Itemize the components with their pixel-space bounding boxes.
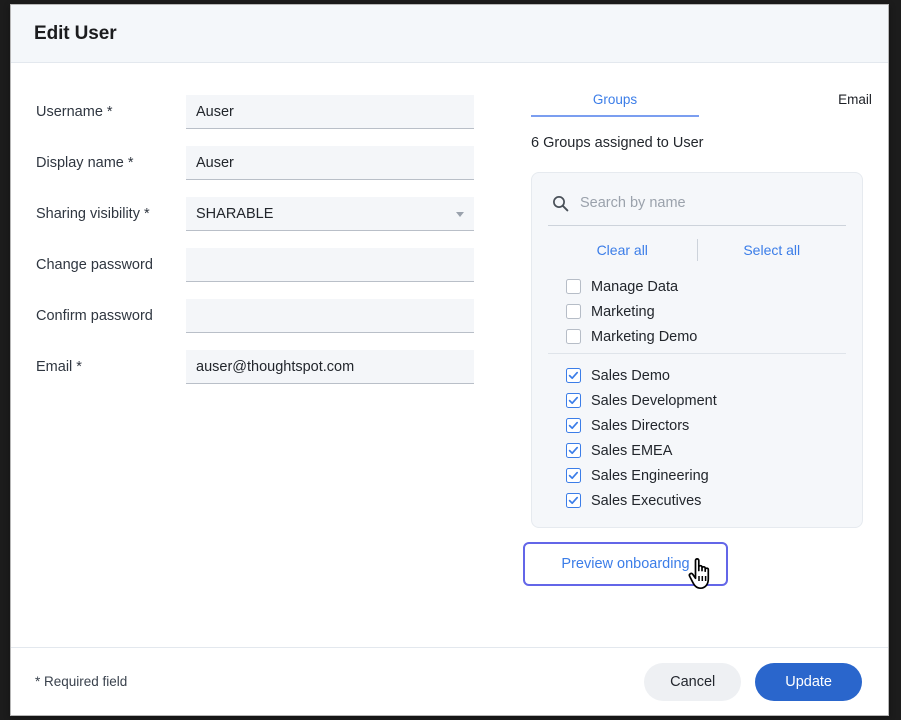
group-label: Sales EMEA	[591, 443, 672, 459]
preview-onboarding-button[interactable]: Preview onboarding	[523, 542, 728, 586]
confirm-password-label: Confirm password	[36, 299, 186, 333]
change-password-label: Change password	[36, 248, 186, 282]
form-row-display-name: Display name * Auser	[11, 146, 503, 180]
tab-email[interactable]: Email	[771, 92, 889, 117]
tab-bar: Groups Email	[503, 87, 889, 117]
list-item[interactable]: Marketing	[566, 299, 846, 324]
preview-onboarding-wrap: Preview onboarding	[523, 542, 728, 586]
groups-pane: Groups Email 6 Groups assigned to User S…	[503, 63, 889, 647]
display-name-input[interactable]: Auser	[186, 146, 474, 180]
display-name-value: Auser	[196, 155, 234, 171]
checked-group-list: Sales Demo Sales Development Sales Direc…	[548, 353, 846, 513]
username-value: Auser	[196, 104, 234, 120]
required-field-note: * Required field	[35, 674, 644, 689]
checkbox-checked-icon[interactable]	[566, 368, 581, 383]
groups-panel: Search by name Clear all Select all Mana…	[531, 172, 863, 528]
username-label: Username *	[36, 95, 186, 129]
group-label: Manage Data	[591, 279, 678, 295]
checkbox-checked-icon[interactable]	[566, 468, 581, 483]
list-item[interactable]: Sales Development	[566, 388, 846, 413]
email-label: Email *	[36, 350, 186, 384]
user-form: Username * Auser Display name * Auser Sh…	[11, 63, 503, 647]
page-title: Edit User	[34, 23, 117, 45]
group-label: Sales Engineering	[591, 468, 709, 484]
checkbox-checked-icon[interactable]	[566, 418, 581, 433]
dialog-footer: * Required field Cancel Update	[11, 647, 888, 715]
form-row-email: Email * auser@thoughtspot.com	[11, 350, 503, 384]
chevron-down-icon	[456, 212, 464, 217]
checkbox-checked-icon[interactable]	[566, 393, 581, 408]
list-item[interactable]: Sales Executives	[566, 488, 846, 513]
dialog-header: Edit User	[11, 5, 888, 63]
update-button[interactable]: Update	[755, 663, 862, 701]
list-item[interactable]: Sales Directors	[566, 413, 846, 438]
checkbox-unchecked-icon[interactable]	[566, 279, 581, 294]
tab-groups[interactable]: Groups	[531, 92, 699, 117]
group-label: Marketing	[591, 304, 655, 320]
list-item[interactable]: Sales Demo	[566, 363, 846, 388]
assigned-groups-summary: 6 Groups assigned to User	[503, 135, 889, 151]
group-label: Sales Demo	[591, 368, 670, 384]
checkbox-unchecked-icon[interactable]	[566, 329, 581, 344]
edit-user-dialog: Edit User Username * Auser Display name …	[10, 4, 889, 716]
group-label: Marketing Demo	[591, 329, 697, 345]
form-row-change-password: Change password	[11, 248, 503, 282]
list-item[interactable]: Manage Data	[566, 274, 846, 299]
group-search-row[interactable]: Search by name	[548, 181, 846, 226]
email-field[interactable]: auser@thoughtspot.com	[186, 350, 474, 384]
dialog-body: Username * Auser Display name * Auser Sh…	[11, 63, 888, 647]
select-all-button[interactable]: Select all	[698, 242, 847, 258]
form-row-username: Username * Auser	[11, 95, 503, 129]
sharing-visibility-value: SHARABLE	[196, 206, 273, 222]
bulk-actions-row: Clear all Select all	[548, 226, 846, 274]
checkbox-unchecked-icon[interactable]	[566, 304, 581, 319]
sharing-visibility-label: Sharing visibility *	[36, 197, 186, 231]
list-item[interactable]: Sales Engineering	[566, 463, 846, 488]
display-name-label: Display name *	[36, 146, 186, 180]
group-label: Sales Executives	[591, 493, 701, 509]
search-input[interactable]: Search by name	[580, 195, 686, 211]
search-icon	[552, 195, 569, 212]
change-password-input[interactable]	[186, 248, 474, 282]
list-item[interactable]: Marketing Demo	[566, 324, 846, 349]
checkbox-checked-icon[interactable]	[566, 493, 581, 508]
sharing-visibility-select[interactable]: SHARABLE	[186, 197, 474, 231]
checkbox-checked-icon[interactable]	[566, 443, 581, 458]
form-row-sharing-visibility: Sharing visibility * SHARABLE	[11, 197, 503, 231]
list-item[interactable]: Sales EMEA	[566, 438, 846, 463]
group-label: Sales Directors	[591, 418, 689, 434]
email-value: auser@thoughtspot.com	[196, 359, 354, 375]
username-input[interactable]: Auser	[186, 95, 474, 129]
group-label: Sales Development	[591, 393, 717, 409]
form-row-confirm-password: Confirm password	[11, 299, 503, 333]
unchecked-group-list: Manage Data Marketing Marketing Demo	[548, 274, 846, 349]
cancel-button[interactable]: Cancel	[644, 663, 741, 701]
confirm-password-input[interactable]	[186, 299, 474, 333]
clear-all-button[interactable]: Clear all	[548, 242, 697, 258]
